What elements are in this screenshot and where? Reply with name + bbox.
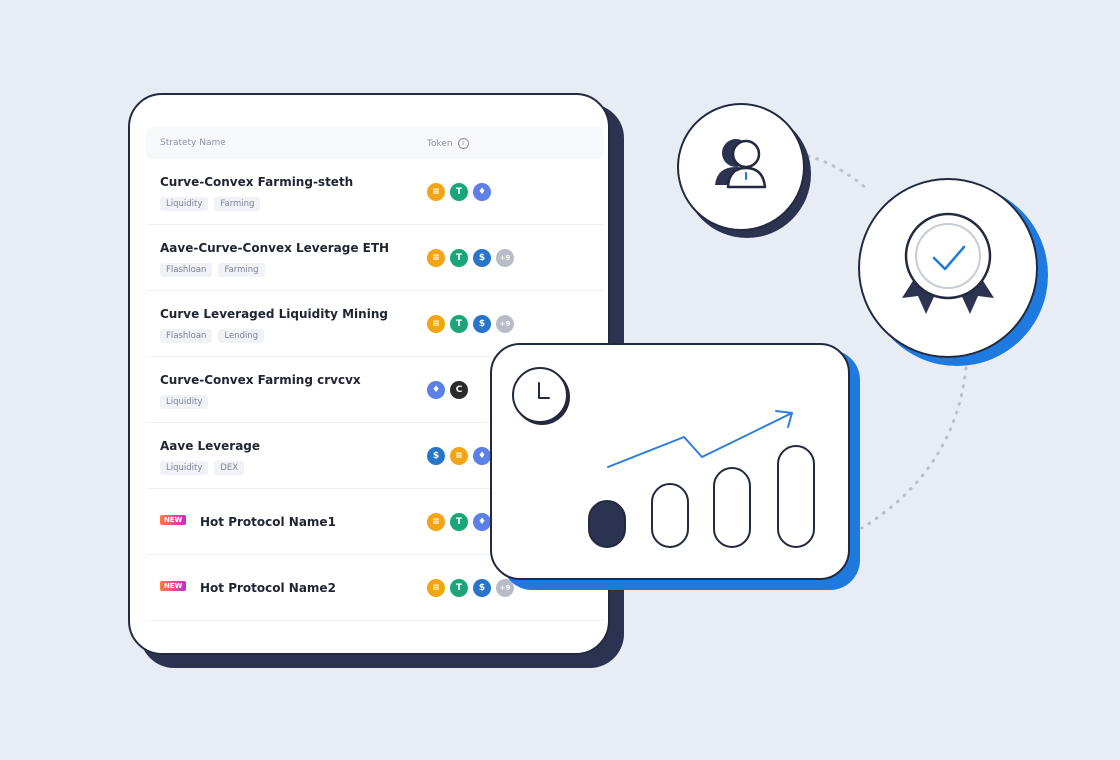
- coin-token-icon: ≡: [450, 447, 468, 465]
- user-avatar-circle: [677, 103, 805, 231]
- usdc-token-icon: $: [473, 249, 491, 267]
- token-list: ♦ C: [427, 381, 468, 399]
- token-list: ≡ T $ +9: [427, 579, 514, 597]
- table-row[interactable]: Aave-Curve-Convex Leverage ETH Flashloan…: [146, 225, 604, 291]
- growth-chart-card: [490, 343, 850, 580]
- new-badge: NEW: [160, 515, 187, 525]
- user-icon: [715, 139, 767, 189]
- award-circle: [858, 178, 1038, 358]
- strategy-name: Curve-Convex Farming crvcvx: [160, 373, 361, 387]
- more-tokens-badge[interactable]: +9: [496, 249, 514, 267]
- eth-token-icon: ♦: [473, 183, 491, 201]
- tether-token-icon: T: [450, 183, 468, 201]
- table-header: Stratety Name Token i: [146, 127, 604, 159]
- new-badge: NEW: [160, 581, 187, 591]
- coin-token-icon: ≡: [427, 249, 445, 267]
- tag-list: Flashloan Lending: [160, 329, 265, 343]
- chart-bar: [713, 467, 751, 548]
- chart-bar: [651, 483, 689, 548]
- tag: Farming: [214, 197, 261, 211]
- token-list: $ ≡ ♦: [427, 447, 491, 465]
- strategy-name: Curve Leveraged Liquidity Mining: [160, 307, 388, 321]
- tag: DEX: [214, 461, 245, 475]
- award-badge-icon: [902, 212, 994, 314]
- strategy-name: Aave Leverage: [160, 439, 261, 453]
- tag: Liquidity: [160, 197, 209, 211]
- coin-token-icon: ≡: [427, 183, 445, 201]
- token-list: ≡ T ♦: [427, 183, 491, 201]
- strategy-name: Curve-Convex Farming-steth: [160, 175, 354, 189]
- column-header-token-label: Token: [427, 138, 453, 149]
- token-list: ≡ T ♦: [427, 513, 491, 531]
- strategy-name: Aave-Curve-Convex Leverage ETH: [160, 241, 390, 255]
- tether-token-icon: T: [450, 579, 468, 597]
- tether-token-icon: T: [450, 315, 468, 333]
- chart-bar: [588, 500, 626, 548]
- column-header-token: Token i: [427, 138, 469, 149]
- eth-token-icon: ♦: [473, 447, 491, 465]
- tag: Lending: [218, 329, 265, 343]
- cvx-token-icon: C: [450, 381, 468, 399]
- tag-list: Liquidity: [160, 395, 209, 409]
- more-tokens-badge[interactable]: +9: [496, 315, 514, 333]
- token-list: ≡ T $ +9: [427, 249, 514, 267]
- tag: Liquidity: [160, 395, 209, 409]
- tag: Farming: [218, 263, 265, 277]
- coin-token-icon: ≡: [427, 579, 445, 597]
- tag-list: Flashloan Farming: [160, 263, 265, 277]
- token-list: ≡ T $ +9: [427, 315, 514, 333]
- tag: Liquidity: [160, 461, 209, 475]
- tag: Flashloan: [160, 329, 213, 343]
- usdc-token-icon: $: [427, 447, 445, 465]
- tether-token-icon: T: [450, 249, 468, 267]
- chart-bar: [777, 445, 815, 548]
- info-icon[interactable]: i: [457, 138, 469, 149]
- eth-token-icon: ♦: [427, 381, 445, 399]
- tag-list: Liquidity Farming: [160, 197, 261, 211]
- strategy-name: Hot Protocol Name1: [200, 515, 336, 529]
- tether-token-icon: T: [450, 513, 468, 531]
- strategy-name: Hot Protocol Name2: [200, 581, 336, 595]
- table-row[interactable]: Curve-Convex Farming-steth Liquidity Far…: [146, 159, 604, 225]
- usdc-token-icon: $: [473, 579, 491, 597]
- tag: Flashloan: [160, 263, 213, 277]
- coin-token-icon: ≡: [427, 513, 445, 531]
- eth-token-icon: ♦: [473, 513, 491, 531]
- usdc-token-icon: $: [473, 315, 491, 333]
- coin-token-icon: ≡: [427, 315, 445, 333]
- column-header-strategy-name: Stratety Name: [160, 138, 226, 148]
- tag-list: Liquidity DEX: [160, 461, 245, 475]
